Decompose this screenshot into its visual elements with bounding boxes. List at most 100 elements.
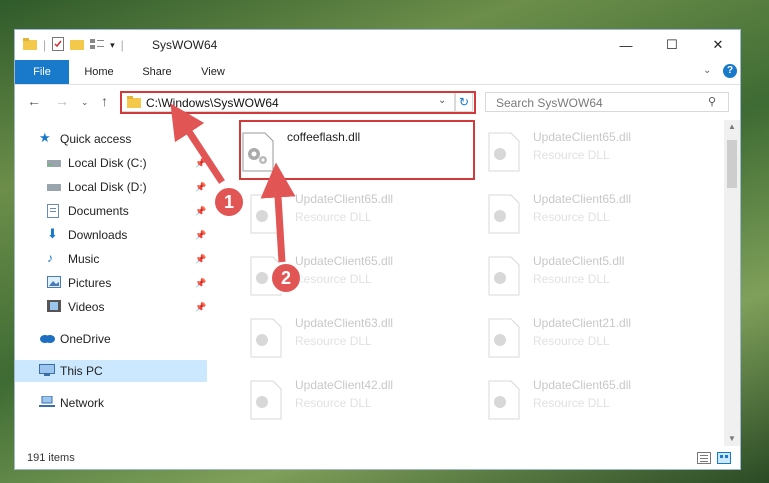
- view-icon[interactable]: [90, 38, 105, 53]
- folder-icon[interactable]: [23, 37, 37, 53]
- dll-file-icon: [250, 194, 282, 234]
- sidebar-item-label: Documents: [68, 204, 129, 218]
- pictures-icon: [47, 276, 61, 291]
- computer-icon: [39, 364, 55, 379]
- pin-icon[interactable]: 📌: [195, 206, 206, 217]
- address-highlight: [120, 91, 476, 114]
- sidebar-item-label: OneDrive: [60, 332, 111, 346]
- search-icon[interactable]: ⚲: [708, 95, 716, 108]
- file-item[interactable]: UpdateClient65.dll Resource DLL: [487, 374, 707, 424]
- navigation-bar: ← → ⌄ ↑ C:\Windows\SysWOW64 ⌄ ↻ Search S…: [15, 85, 740, 119]
- file-type: Resource DLL: [533, 272, 610, 286]
- sidebar-item-music[interactable]: ♪ Music 📌: [15, 248, 207, 270]
- file-name: UpdateClient63.dll: [295, 316, 394, 330]
- file-type: Resource DLL: [533, 210, 610, 224]
- separator: |: [120, 38, 124, 52]
- file-type: Resource DLL: [533, 148, 610, 162]
- help-icon[interactable]: ?: [723, 64, 737, 78]
- sidebar-item-onedrive[interactable]: OneDrive: [15, 328, 207, 350]
- file-type: Resource DLL: [295, 210, 372, 224]
- ribbon: File Home Share View ⌄ ?: [15, 60, 740, 85]
- file-item[interactable]: UpdateClient21.dll Resource DLL: [487, 312, 707, 362]
- quick-access-toolbar: | ▾ |: [23, 36, 130, 54]
- videos-icon: [47, 300, 61, 315]
- tab-file[interactable]: File: [15, 60, 69, 84]
- sidebar-item-local-disk-c[interactable]: Local Disk (C:) 📌: [15, 152, 207, 174]
- file-name: UpdateClient42.dll: [295, 378, 394, 392]
- sidebar-item-network[interactable]: Network: [15, 392, 207, 414]
- cloud-icon: [39, 332, 55, 346]
- step-badge-1: 1: [213, 186, 245, 218]
- search-input[interactable]: Search SysWOW64: [496, 96, 603, 110]
- dropdown-icon[interactable]: ▾: [110, 40, 115, 51]
- file-type: Resource DLL: [533, 334, 610, 348]
- separator: |: [43, 38, 47, 52]
- tab-home[interactable]: Home: [77, 60, 121, 84]
- title-bar: | ▾ | SysWOW64 — ☐ ✕: [15, 30, 740, 60]
- up-icon[interactable]: ↑: [101, 93, 108, 109]
- file-name: UpdateClient65.dll: [533, 130, 632, 144]
- file-highlight: [239, 120, 475, 180]
- vertical-scrollbar[interactable]: ▲ ▼: [724, 120, 740, 446]
- file-item[interactable]: UpdateClient42.dll Resource DLL: [249, 374, 469, 424]
- downloads-icon: ⬇: [47, 226, 58, 241]
- sidebar-item-label: Music: [68, 252, 100, 266]
- sidebar-item-local-disk-d[interactable]: Local Disk (D:) 📌: [15, 176, 207, 198]
- large-icons-view-icon[interactable]: [717, 452, 731, 467]
- sidebar-item-pictures[interactable]: Pictures 📌: [15, 272, 207, 294]
- file-item[interactable]: UpdateClient65.dll Resource DLL: [487, 126, 707, 176]
- new-folder-icon[interactable]: [70, 38, 85, 53]
- sidebar-item-documents[interactable]: Documents 📌: [15, 200, 207, 222]
- pin-icon[interactable]: 📌: [195, 278, 206, 289]
- scroll-up-icon[interactable]: ▲: [728, 122, 736, 131]
- file-item[interactable]: UpdateClient65.dll Resource DLL: [487, 188, 707, 238]
- minimize-button[interactable]: —: [603, 30, 649, 60]
- dll-file-icon: [488, 380, 520, 420]
- drive-icon: [47, 156, 61, 171]
- pin-icon[interactable]: 📌: [195, 158, 206, 169]
- expand-ribbon-icon[interactable]: ⌄: [703, 65, 711, 76]
- forward-icon[interactable]: →: [55, 93, 69, 109]
- file-type: Resource DLL: [295, 396, 372, 410]
- maximize-button[interactable]: ☐: [649, 30, 695, 60]
- recent-locations-icon[interactable]: ⌄: [81, 97, 89, 108]
- sidebar-item-label: Quick access: [60, 132, 132, 146]
- back-icon[interactable]: ←: [27, 93, 41, 109]
- sidebar-item-label: Local Disk (C:): [68, 156, 147, 170]
- sidebar-item-label: Videos: [68, 300, 105, 314]
- network-icon: [39, 395, 55, 411]
- scrollbar-thumb[interactable]: [727, 140, 737, 188]
- dll-file-icon: [488, 318, 520, 358]
- drive-icon: [47, 180, 61, 195]
- star-icon: ★: [39, 130, 51, 145]
- pin-icon[interactable]: 📌: [195, 182, 206, 193]
- properties-icon[interactable]: [52, 36, 65, 54]
- file-type: Resource DLL: [533, 396, 610, 410]
- search-box[interactable]: Search SysWOW64 ⚲: [485, 92, 729, 112]
- file-item[interactable]: UpdateClient5.dll Resource DLL: [487, 250, 707, 300]
- file-name: UpdateClient65.dll: [295, 192, 394, 206]
- pin-icon[interactable]: 📌: [195, 302, 206, 313]
- pin-icon[interactable]: 📌: [195, 254, 206, 265]
- close-button[interactable]: ✕: [695, 30, 741, 60]
- sidebar-item-this-pc[interactable]: This PC: [15, 360, 207, 382]
- explorer-window: | ▾ | SysWOW64 — ☐ ✕ File Home Share Vie…: [14, 29, 741, 470]
- details-view-icon[interactable]: [697, 452, 711, 467]
- tab-share[interactable]: Share: [135, 60, 179, 84]
- status-bar: 191 items: [15, 447, 740, 470]
- file-item[interactable]: UpdateClient63.dll Resource DLL: [249, 312, 469, 362]
- tab-view[interactable]: View: [191, 60, 235, 84]
- documents-icon: [47, 204, 59, 221]
- scroll-down-icon[interactable]: ▼: [728, 434, 736, 443]
- file-type: Resource DLL: [295, 272, 372, 286]
- sidebar-item-videos[interactable]: Videos 📌: [15, 296, 207, 318]
- sidebar-item-downloads[interactable]: ⬇ Downloads 📌: [15, 224, 207, 246]
- file-name: UpdateClient65.dll: [533, 192, 632, 206]
- item-count: 191 items: [27, 452, 75, 464]
- file-item[interactable]: UpdateClient65.dll Resource DLL: [249, 188, 469, 238]
- sidebar-item-label: Local Disk (D:): [68, 180, 147, 194]
- pin-icon[interactable]: 📌: [195, 230, 206, 241]
- sidebar-item-quick-access[interactable]: ★ Quick access: [15, 128, 207, 150]
- sidebar-item-label: Network: [60, 396, 105, 410]
- dll-file-icon: [488, 256, 520, 296]
